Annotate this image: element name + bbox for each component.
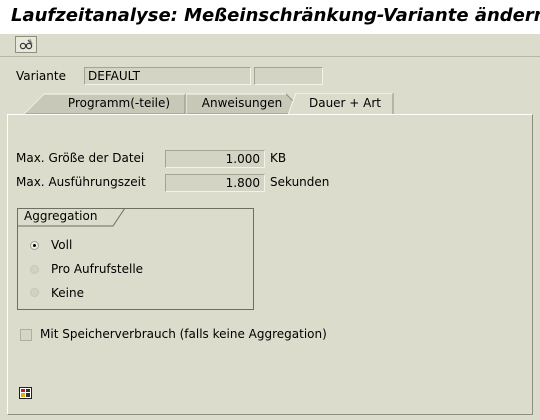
toolbar <box>0 34 540 57</box>
window-title: Laufzeitanalyse: Meßeinschränkung-Varian… <box>11 5 540 26</box>
aggregation-title: Aggregation <box>24 209 98 223</box>
max-size-field[interactable]: 1.000 <box>165 150 265 168</box>
tab-programm-label: Programm(-teile) <box>67 96 171 110</box>
variante-field[interactable]: DEFAULT <box>84 67 251 85</box>
max-time-field[interactable]: 1.800 <box>165 174 265 192</box>
memory-checkbox[interactable] <box>20 329 32 341</box>
max-time-label: Max. Ausführungszeit <box>16 175 146 189</box>
memory-checkbox-label[interactable]: Mit Speicherverbrauch (falls keine Aggre… <box>40 327 327 341</box>
variante-extra-field[interactable] <box>254 67 323 85</box>
radio-voll[interactable] <box>30 241 39 250</box>
max-size-unit: KB <box>270 151 287 165</box>
radio-keine-label[interactable]: Keine <box>51 286 84 300</box>
max-size-label: Max. Größe der Datei <box>16 151 145 165</box>
radio-keine[interactable] <box>30 288 39 297</box>
tab-anweisungen[interactable]: Anweisungen <box>186 93 294 115</box>
tab-programm[interactable]: Programm(-teile) <box>24 93 186 115</box>
tab-dauer-art[interactable]: Dauer + Art <box>288 93 394 116</box>
glasses-icon <box>19 38 33 50</box>
tab-anweisungen-label: Anweisungen <box>201 96 283 110</box>
radio-pro-aufrufstelle[interactable] <box>30 265 39 274</box>
radio-voll-label[interactable]: Voll <box>51 238 72 252</box>
title-bar: Laufzeitanalyse: Meßeinschränkung-Varian… <box>0 0 540 35</box>
help-grid-icon[interactable] <box>19 387 32 399</box>
display-change-button[interactable] <box>15 36 37 53</box>
tab-dauer-art-label: Dauer + Art <box>308 96 382 110</box>
max-time-unit: Sekunden <box>270 175 330 189</box>
variante-label: Variante <box>16 69 66 83</box>
radio-pro-aufrufstelle-label[interactable]: Pro Aufrufstelle <box>51 262 143 276</box>
